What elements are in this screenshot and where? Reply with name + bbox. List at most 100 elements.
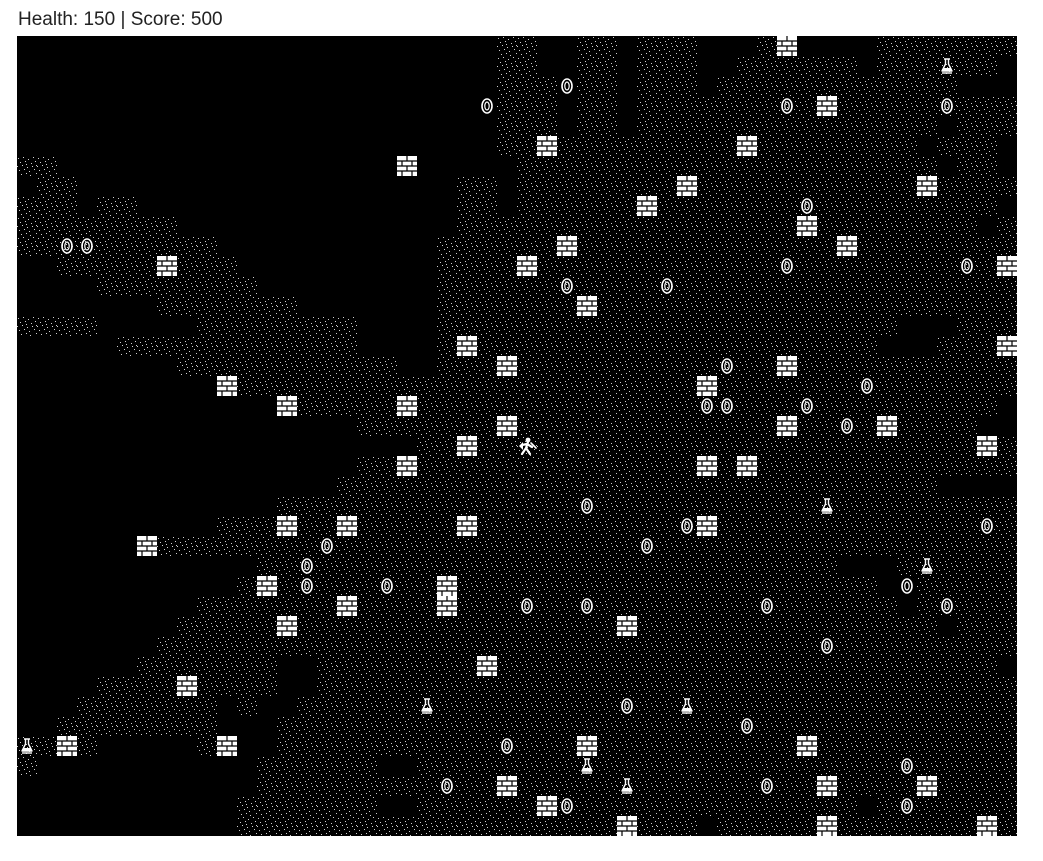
gold-coin-icon (901, 578, 913, 594)
brick-wall-icon (437, 576, 457, 596)
brick-wall-icon (877, 416, 897, 436)
floor-tile-run (417, 796, 857, 816)
brick-wall-icon (497, 356, 517, 376)
brick-wall-icon (537, 796, 557, 816)
brick-wall-icon (797, 736, 817, 756)
brick-wall-icon (277, 616, 297, 636)
floor-tile-run (17, 216, 177, 236)
floor-tile-run (577, 36, 617, 56)
floor-tile-run (877, 796, 1017, 816)
brick-wall-icon (397, 396, 417, 416)
floor-tile-run (637, 36, 697, 56)
floor-tile-run (357, 456, 1017, 476)
floor-tile-run (17, 196, 77, 216)
floor-tile-run (137, 536, 1017, 556)
floor-tile-run (197, 316, 357, 336)
floor-tile-run (717, 816, 1017, 836)
floor-tile-run (457, 196, 497, 216)
floor-tile-run (97, 196, 137, 216)
gold-coin-icon (481, 98, 493, 114)
floor-tile-run (497, 36, 537, 56)
brick-wall-icon (697, 456, 717, 476)
brick-wall-icon (977, 816, 997, 836)
brick-wall-icon (217, 376, 237, 396)
brick-wall-icon (457, 436, 477, 456)
floor-tile-run (237, 696, 257, 716)
brick-wall-icon (737, 456, 757, 476)
floor-tile-run (517, 176, 1017, 196)
floor-tile-run (437, 336, 877, 356)
floor-tile-run (317, 656, 997, 676)
health-value: 150 (83, 9, 116, 30)
brick-wall-icon (997, 256, 1017, 276)
score-label: Score: (130, 9, 186, 30)
brick-wall-icon (697, 376, 717, 396)
brick-wall-icon (497, 776, 517, 796)
score-value: 500 (190, 9, 223, 30)
floor-tile-run (17, 236, 217, 256)
floor-tile-run (77, 696, 217, 716)
brick-wall-icon (217, 736, 237, 756)
floor-tile-run (417, 756, 1017, 776)
floor-tile-run (917, 576, 1017, 596)
brick-wall-icon (837, 236, 857, 256)
floor-tile-run (417, 436, 1017, 456)
dungeon-map[interactable] (17, 36, 1017, 836)
floor-tile-run (497, 116, 557, 136)
floor-tile-run (157, 636, 1017, 656)
floor-tile-run (517, 156, 937, 176)
floor-tile-run (637, 116, 937, 136)
brick-wall-icon (917, 176, 937, 196)
floor-tile-run (437, 236, 1017, 256)
floor-tile-run (637, 76, 697, 96)
brick-wall-icon (157, 256, 177, 276)
floor-tile-run (737, 56, 857, 76)
brick-wall-icon (337, 516, 357, 536)
brick-wall-icon (697, 516, 717, 536)
brick-wall-icon (637, 196, 657, 216)
floor-tile-run (257, 556, 837, 576)
game-board[interactable] (17, 36, 1017, 836)
hud-status-bar: Health: 150 | Score: 500 (18, 9, 223, 31)
floor-tile-run (497, 136, 917, 156)
floor-tile-run (97, 276, 257, 296)
floor-tile-run (277, 496, 1017, 516)
floor-tile-run (277, 736, 1017, 756)
floor-tile-run (17, 756, 37, 776)
floor-tile-run (17, 316, 97, 336)
floor-tile-run (517, 196, 997, 216)
floor-tile-run (237, 576, 877, 596)
floor-tile-run (997, 216, 1017, 236)
floor-tile-run (37, 176, 77, 196)
floor-tile-run (757, 36, 777, 56)
floor-tile-run (237, 796, 377, 816)
floor-tile-run (197, 596, 897, 616)
floor-tile-run (577, 76, 617, 96)
floor-tile-run (337, 476, 937, 496)
hud-separator: | (120, 9, 126, 30)
floor-tile-run (257, 756, 377, 776)
floor-tile-run (917, 596, 1017, 616)
floor-tile-run (577, 96, 617, 116)
floor-tile-run (317, 676, 1017, 696)
brick-wall-icon (917, 776, 937, 796)
brick-wall-icon (557, 236, 577, 256)
floor-tile-run (497, 56, 537, 76)
brick-wall-icon (797, 216, 817, 236)
floor-tile-run (137, 656, 277, 676)
floor-tile-run (277, 716, 1017, 736)
brick-wall-icon (497, 416, 517, 436)
floor-tile-run (957, 116, 1017, 136)
brick-wall-icon (277, 396, 297, 416)
brick-wall-icon (537, 136, 557, 156)
floor-tile-run (297, 696, 1017, 716)
floor-tile-run (877, 56, 997, 76)
floor-tile-run (437, 316, 897, 336)
brick-wall-icon (737, 136, 757, 156)
floor-tile-run (717, 76, 957, 96)
brick-wall-icon (577, 736, 597, 756)
health-label: Health: (18, 9, 79, 30)
floor-tile-run (257, 776, 1017, 796)
brick-wall-icon (817, 96, 837, 116)
floor-tile-run (957, 156, 997, 176)
